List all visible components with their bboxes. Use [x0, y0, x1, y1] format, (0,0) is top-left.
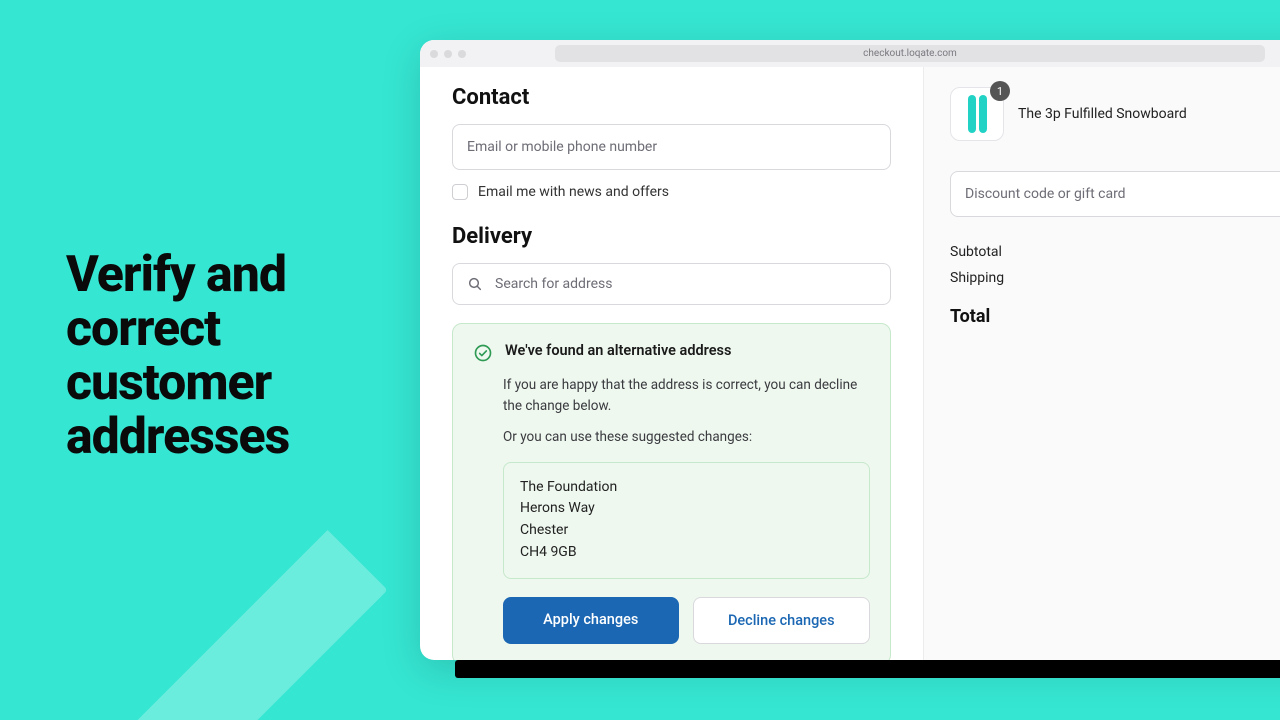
product-thumbnail: 1 — [950, 87, 1004, 141]
alt-address-line1: If you are happy that the address is cor… — [503, 375, 870, 417]
browser-window: checkout.loqate.com Contact Email or mob… — [420, 40, 1280, 660]
suggested-address-card[interactable]: The Foundation Herons Way Chester CH4 9G… — [503, 462, 870, 579]
discount-code-input[interactable]: Discount code or gift card — [950, 171, 1280, 217]
address-search-placeholder: Search for address — [495, 276, 612, 292]
suggested-address-l4: CH4 9GB — [520, 542, 853, 564]
alt-address-line2: Or you can use these suggested changes: — [503, 427, 870, 448]
total-label: Total — [950, 306, 990, 327]
checkout-form: Contact Email or mobile phone number Ema… — [420, 67, 924, 660]
news-offers-checkbox[interactable] — [452, 184, 468, 200]
decline-changes-label: Decline changes — [728, 612, 835, 629]
discount-placeholder: Discount code or gift card — [965, 186, 1126, 202]
news-offers-label: Email me with news and offers — [478, 184, 669, 200]
url-text: checkout.loqate.com — [863, 48, 957, 59]
qty-badge: 1 — [990, 81, 1010, 101]
apply-changes-button[interactable]: Apply changes — [503, 597, 679, 644]
browser-shadow-bar — [455, 660, 1280, 678]
suggested-address-l1: The Foundation — [520, 477, 853, 499]
email-placeholder: Email or mobile phone number — [467, 139, 657, 155]
apply-changes-label: Apply changes — [543, 611, 638, 628]
url-bar[interactable]: checkout.loqate.com — [555, 45, 1265, 62]
traffic-light-minimize-icon[interactable] — [444, 50, 452, 58]
suggested-address-l2: Herons Way — [520, 498, 853, 520]
decline-changes-button[interactable]: Decline changes — [693, 597, 871, 644]
order-summary: 1 The 3p Fulfilled Snowboard £2,6 Discou… — [924, 67, 1280, 660]
suggested-address-l3: Chester — [520, 520, 853, 542]
traffic-light-close-icon[interactable] — [430, 50, 438, 58]
browser-tabbar: checkout.loqate.com — [420, 40, 1280, 67]
shipping-label: Shipping — [950, 270, 1004, 286]
cart-line-item: 1 The 3p Fulfilled Snowboard £2,6 — [950, 87, 1280, 141]
product-name: The 3p Fulfilled Snowboard — [1018, 106, 1187, 122]
marketing-headline: Verify and correct customer addresses — [66, 248, 406, 464]
contact-heading: Contact — [452, 85, 891, 110]
traffic-light-zoom-icon[interactable] — [458, 50, 466, 58]
search-icon — [467, 276, 483, 292]
email-field[interactable]: Email or mobile phone number — [452, 124, 891, 170]
check-circle-icon — [473, 343, 493, 367]
subtotal-label: Subtotal — [950, 244, 1002, 260]
alt-address-panel: We've found an alternative address If yo… — [452, 323, 891, 660]
alt-address-title: We've found an alternative address — [505, 342, 731, 359]
delivery-heading: Delivery — [452, 224, 891, 249]
address-search-input[interactable]: Search for address — [452, 263, 891, 305]
